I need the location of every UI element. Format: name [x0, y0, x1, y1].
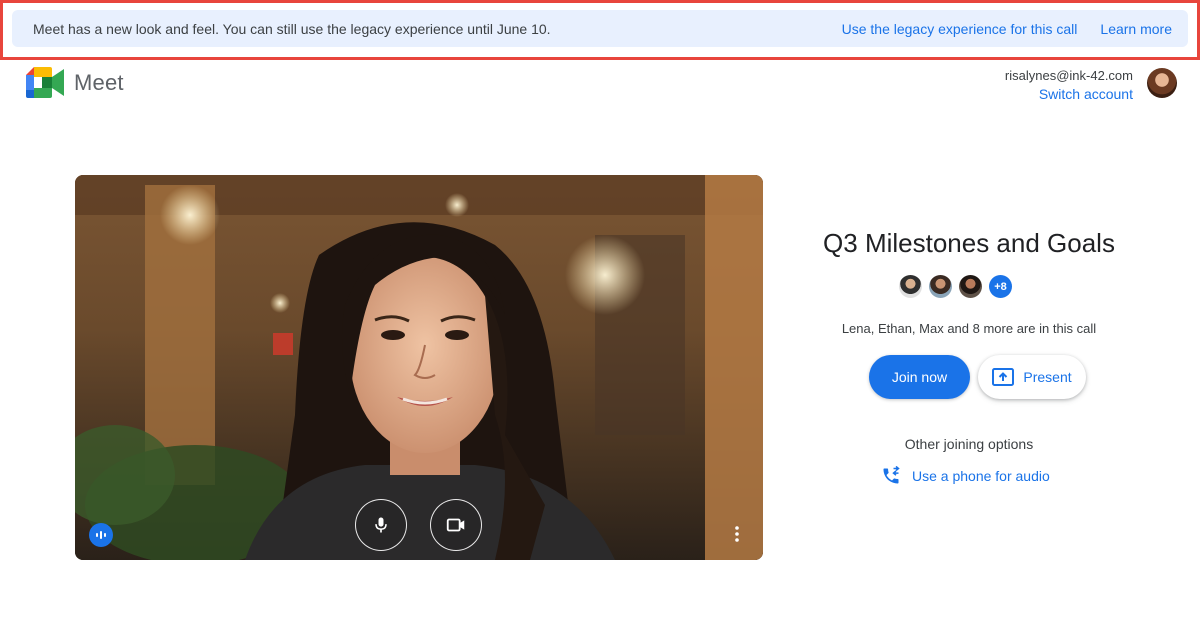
- phone-audio-link[interactable]: Use a phone for audio: [881, 466, 1050, 486]
- camera-feed-image: [75, 175, 763, 560]
- present-icon: [992, 368, 1015, 386]
- participant-avatars: +8: [899, 275, 1012, 298]
- meeting-title: Q3 Milestones and Goals: [823, 228, 1115, 258]
- more-vert-icon: [735, 526, 739, 542]
- participant-avatar: [929, 275, 952, 298]
- in-call-text: Lena, Ethan, Max and 8 more are in this …: [841, 321, 1097, 336]
- switch-account-link[interactable]: Switch account: [1005, 85, 1133, 104]
- other-joining-options-label: Other joining options: [904, 436, 1034, 452]
- video-preview: [75, 175, 763, 560]
- participant-avatar: [959, 275, 982, 298]
- camera-icon: [446, 518, 465, 532]
- legacy-experience-link[interactable]: Use the legacy experience for this call: [842, 21, 1078, 37]
- audio-level-indicator: [89, 523, 113, 547]
- join-now-button[interactable]: Join now: [869, 355, 970, 399]
- audio-level-icon: [96, 531, 106, 539]
- present-button[interactable]: Present: [978, 355, 1086, 399]
- meet-logo-icon: [26, 67, 64, 98]
- mic-icon: [375, 517, 387, 533]
- account-avatar[interactable]: [1147, 68, 1177, 98]
- banner-message: Meet has a new look and feel. You can st…: [33, 20, 551, 37]
- extra-participants-badge: +8: [989, 275, 1012, 298]
- new-look-banner: Meet has a new look and feel. You can st…: [12, 10, 1188, 47]
- app-name: Meet: [74, 69, 124, 95]
- participant-avatar: [899, 275, 922, 298]
- learn-more-link[interactable]: Learn more: [1100, 21, 1172, 37]
- account-info: risalynes@ink-42.com Switch account: [1005, 66, 1133, 104]
- camera-toggle-button[interactable]: [430, 499, 482, 551]
- meet-logo[interactable]: Meet: [26, 67, 124, 98]
- microphone-toggle-button[interactable]: [355, 499, 407, 551]
- phone-audio-icon: [883, 466, 900, 484]
- present-label: Present: [1023, 369, 1072, 385]
- account-email: risalynes@ink-42.com: [1004, 68, 1133, 83]
- banner-frame: Meet has a new look and feel. You can st…: [0, 0, 1200, 60]
- phone-audio-label: Use a phone for audio: [912, 468, 1050, 484]
- more-options-button[interactable]: [727, 521, 747, 547]
